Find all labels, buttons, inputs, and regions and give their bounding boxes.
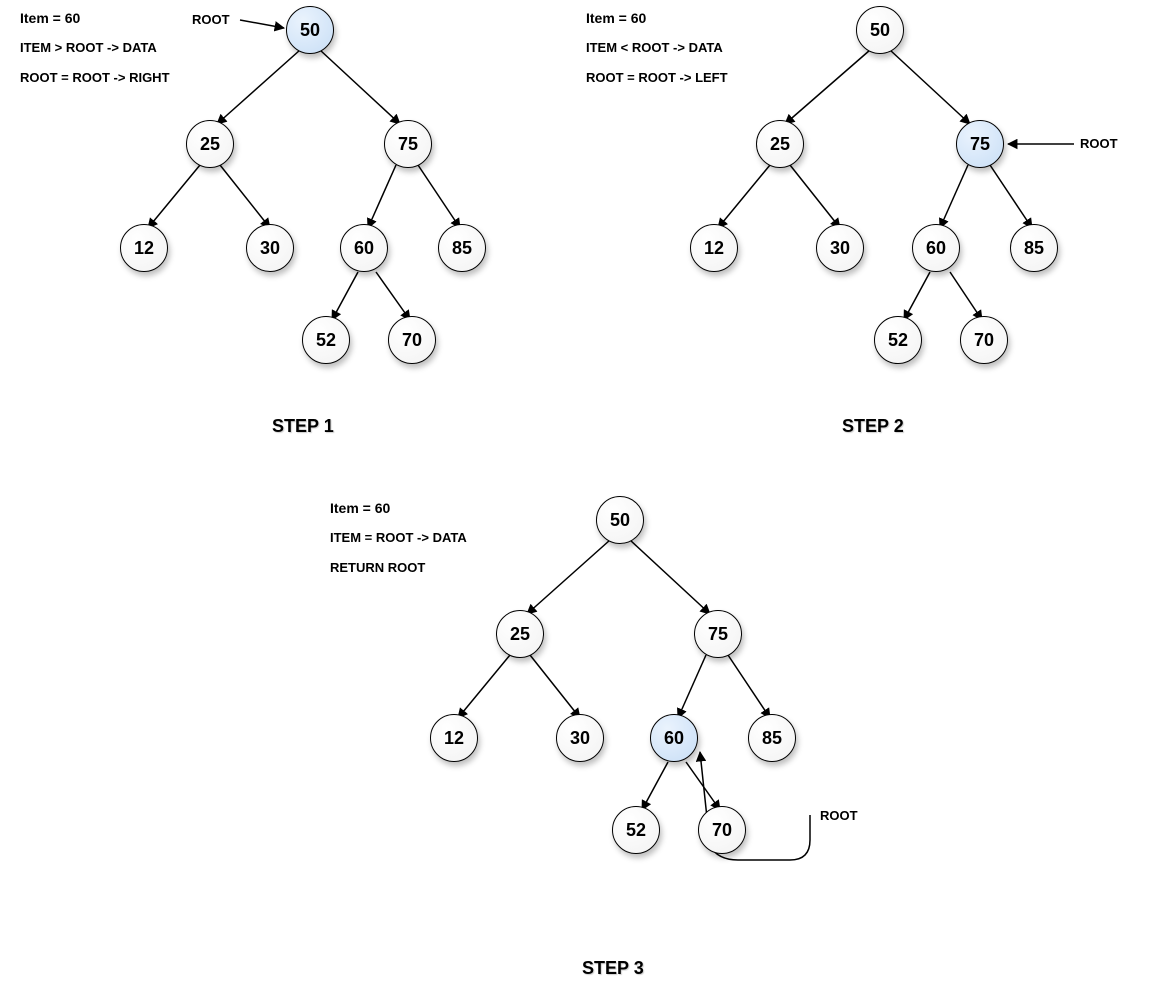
root-pointer-label: ROOT — [1080, 136, 1118, 151]
compare-label: ITEM > ROOT -> DATA — [20, 40, 157, 55]
item-label: Item = 60 — [330, 500, 390, 516]
node-50: 50 — [286, 6, 334, 54]
node-70: 70 — [388, 316, 436, 364]
node-50: 50 — [856, 6, 904, 54]
node-30: 30 — [246, 224, 294, 272]
node-75: 75 — [956, 120, 1004, 168]
node-85: 85 — [438, 224, 486, 272]
node-70: 70 — [698, 806, 746, 854]
action-label: ROOT = ROOT -> RIGHT — [20, 70, 170, 85]
step-2-title: STEP 2 — [842, 416, 904, 437]
node-52: 52 — [302, 316, 350, 364]
action-label: RETURN ROOT — [330, 560, 425, 575]
node-70: 70 — [960, 316, 1008, 364]
node-85: 85 — [748, 714, 796, 762]
node-60: 60 — [340, 224, 388, 272]
item-label: Item = 60 — [20, 10, 80, 26]
node-25: 25 — [496, 610, 544, 658]
node-30: 30 — [816, 224, 864, 272]
node-75: 75 — [384, 120, 432, 168]
node-52: 52 — [612, 806, 660, 854]
node-25: 25 — [756, 120, 804, 168]
node-12: 12 — [430, 714, 478, 762]
node-85: 85 — [1010, 224, 1058, 272]
node-60: 60 — [650, 714, 698, 762]
root-pointer-label: ROOT — [192, 12, 230, 27]
node-25: 25 — [186, 120, 234, 168]
item-label: Item = 60 — [586, 10, 646, 26]
node-60: 60 — [912, 224, 960, 272]
node-12: 12 — [120, 224, 168, 272]
root-pointer-label: ROOT — [820, 808, 858, 823]
node-75: 75 — [694, 610, 742, 658]
action-label: ROOT = ROOT -> LEFT — [586, 70, 728, 85]
compare-label: ITEM = ROOT -> DATA — [330, 530, 467, 545]
compare-label: ITEM < ROOT -> DATA — [586, 40, 723, 55]
node-52: 52 — [874, 316, 922, 364]
node-12: 12 — [690, 224, 738, 272]
step-3-panel: Item = 60 ITEM = ROOT -> DATA RETURN ROO… — [300, 490, 900, 990]
step-1-panel: Item = 60 ITEM > ROOT -> DATA ROOT = ROO… — [0, 0, 560, 440]
step-3-title: STEP 3 — [582, 958, 644, 979]
node-30: 30 — [556, 714, 604, 762]
step-1-title: STEP 1 — [272, 416, 334, 437]
node-50: 50 — [596, 496, 644, 544]
step-2-panel: Item = 60 ITEM < ROOT -> DATA ROOT = ROO… — [580, 0, 1160, 440]
